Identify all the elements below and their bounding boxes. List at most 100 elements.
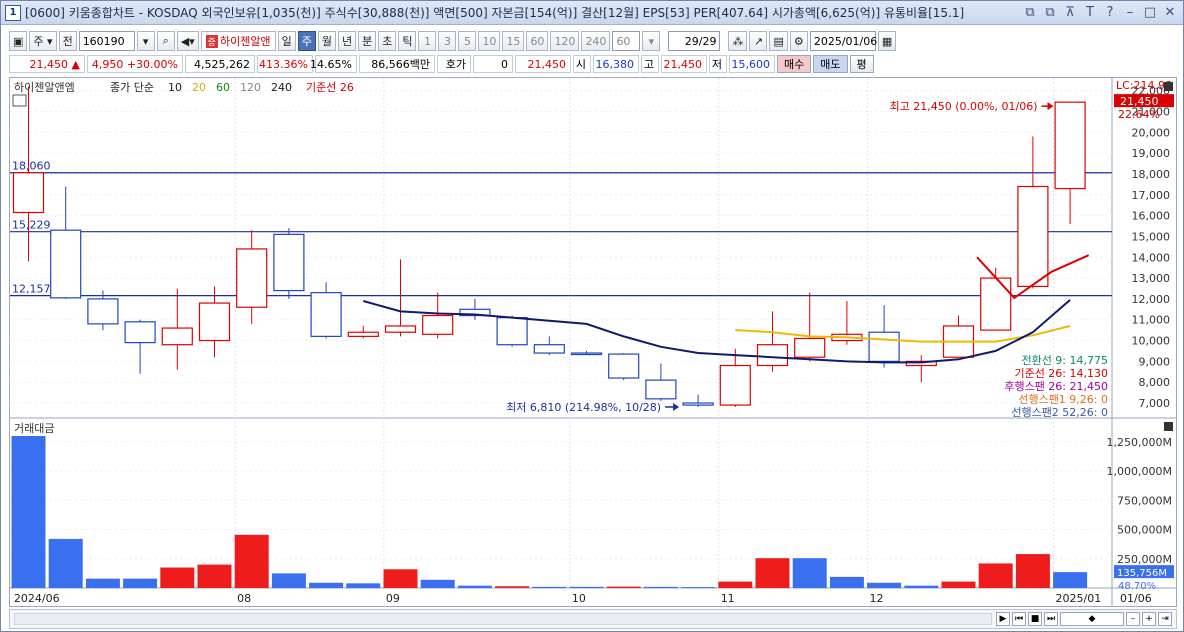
period-month[interactable]: 월 bbox=[317, 31, 336, 51]
tools-icon[interactable]: ⁂ bbox=[728, 31, 748, 51]
low-label: 저 bbox=[709, 55, 727, 73]
candle-body bbox=[868, 331, 900, 362]
scroll-last-button[interactable]: ⏭ bbox=[1044, 612, 1058, 626]
help-icon[interactable]: ? bbox=[1103, 5, 1117, 20]
code-dropdown-icon[interactable]: ▾ bbox=[136, 31, 155, 51]
pin-icon[interactable]: ⊼ bbox=[1063, 5, 1077, 20]
ichimoku-legend-item: 후행스팬 26: 21,450 bbox=[1004, 380, 1108, 393]
speaker-icon[interactable]: ◀▾ bbox=[176, 31, 199, 51]
window-title: [0600] 키움종합차트 - KOSDAQ 외국인보유[1,035(천)] 주… bbox=[25, 6, 965, 20]
grid-toggle-icon bbox=[12, 94, 27, 107]
ma-legend-item: 10 bbox=[168, 81, 182, 94]
interval-5[interactable]: 5 bbox=[458, 31, 477, 51]
scroll-stop-button[interactable]: ■ bbox=[1028, 612, 1042, 626]
quote-bar: 21,450 ▲ 4,950 +30.00% 4,525,262 413.36%… bbox=[1, 54, 1183, 74]
candle-body bbox=[1017, 185, 1049, 288]
panel-close-icon bbox=[1164, 82, 1173, 91]
candle-body bbox=[236, 248, 268, 308]
volume-tag-pct: 48.70% bbox=[1118, 581, 1156, 592]
chart-scrollbar[interactable]: ▶ ⏮ ■ ⏭ ◆ – + ⇥ bbox=[9, 609, 1177, 629]
eval-button[interactable]: 평 bbox=[849, 55, 874, 73]
close-button[interactable]: ✕ bbox=[1163, 5, 1177, 20]
candle-body bbox=[422, 314, 454, 335]
interval-240[interactable]: 240 bbox=[581, 31, 611, 51]
interval-120[interactable]: 120 bbox=[550, 31, 580, 51]
link-icon[interactable]: ⧉ bbox=[1023, 5, 1037, 20]
candle-body bbox=[12, 172, 45, 214]
reference-line-label: 18,060 bbox=[12, 160, 51, 173]
volume-bar bbox=[234, 534, 269, 588]
zoom-in-button[interactable]: + bbox=[1142, 612, 1156, 626]
minimize-button[interactable]: – bbox=[1123, 5, 1137, 20]
low-annotation: 최저 6,810 (214.98%, 10/28) bbox=[506, 401, 661, 414]
candle-body bbox=[50, 229, 82, 299]
x-tick-label: 11 bbox=[721, 592, 735, 605]
candle-body bbox=[756, 344, 789, 367]
x-end-label: 01/06 bbox=[1120, 592, 1152, 605]
ma-legend-item: 20 bbox=[192, 81, 206, 94]
stock-code-input[interactable]: 160190 bbox=[78, 31, 135, 51]
calendar-icon[interactable]: ▦ bbox=[877, 31, 897, 51]
volume-bar bbox=[160, 567, 195, 588]
ichimoku-legend-item: 전환선 9: 14,775 bbox=[1021, 354, 1108, 367]
y-tick-label: 8,000 bbox=[1139, 376, 1171, 389]
all-select[interactable]: 전 bbox=[58, 31, 77, 51]
volume-tick-label: 1,000,000M bbox=[1107, 465, 1172, 478]
candle-body bbox=[794, 337, 826, 358]
chart-area[interactable]: 2024/06 08 09 10 11 12 2025/01 01/06 7,000 8,000 9… bbox=[9, 77, 1177, 607]
scroll-left-button[interactable]: ▶ bbox=[996, 612, 1010, 626]
stock-label: 하이젠알앤엠 bbox=[14, 80, 75, 94]
x-tick-label: 08 bbox=[237, 592, 251, 605]
period-week[interactable]: 주 bbox=[297, 31, 316, 51]
trend-icon[interactable]: ↗ bbox=[749, 31, 768, 51]
x-tick-label: 09 bbox=[386, 592, 400, 605]
period-day[interactable]: 일 bbox=[277, 31, 296, 51]
candle-body bbox=[496, 317, 528, 346]
sell-button[interactable]: 매도 bbox=[813, 55, 848, 73]
candle-body bbox=[682, 402, 714, 406]
search-icon[interactable]: ⌕ bbox=[156, 31, 175, 51]
maximize-button[interactable]: □ bbox=[1143, 5, 1157, 20]
period-year[interactable]: 년 bbox=[337, 31, 357, 51]
interval-dropdown-icon[interactable]: ▾ bbox=[642, 31, 661, 51]
volume-bar bbox=[606, 586, 641, 588]
volume-bar bbox=[383, 569, 418, 588]
interval-3[interactable]: 3 bbox=[438, 31, 457, 51]
high-annotation: 최고 21,450 (0.00%, 01/06) bbox=[890, 100, 1038, 113]
zoom-out-button[interactable]: – bbox=[1126, 612, 1140, 626]
layout-icon[interactable]: ▣ bbox=[9, 31, 28, 51]
gear-icon[interactable]: ⚙ bbox=[789, 31, 808, 51]
interval-15[interactable]: 15 bbox=[502, 31, 525, 51]
interval-1[interactable]: 1 bbox=[418, 31, 437, 51]
volume-bar bbox=[867, 582, 902, 588]
copy-icon[interactable]: ⧉ bbox=[1043, 5, 1057, 20]
buy-button[interactable]: 매수 bbox=[777, 55, 812, 73]
period-tick[interactable]: 틱 bbox=[398, 31, 417, 51]
open-price: 16,380 bbox=[593, 55, 639, 73]
font-icon[interactable]: T bbox=[1083, 5, 1097, 20]
interval-input[interactable]: 60 bbox=[612, 31, 641, 51]
save-icon[interactable]: ▤ bbox=[769, 31, 788, 51]
x-tick-label: 2025/01 bbox=[1056, 592, 1102, 605]
date-input[interactable]: 2025/01/06 bbox=[809, 31, 877, 51]
market-select[interactable]: 주 ▾ bbox=[29, 31, 57, 51]
stock-name[interactable]: 증 하이젠알앤 bbox=[200, 31, 276, 51]
chart-svg[interactable]: 2024/06 08 09 10 11 12 2025/01 01/06 7,000 8,000 9… bbox=[10, 78, 1176, 606]
count-input[interactable]: 29/29 bbox=[668, 31, 721, 51]
period-second[interactable]: 초 bbox=[378, 31, 397, 51]
zoom-slider[interactable]: ◆ bbox=[1060, 612, 1124, 626]
period-minute[interactable]: 분 bbox=[358, 31, 377, 51]
interval-10[interactable]: 10 bbox=[478, 31, 501, 51]
scroll-first-button[interactable]: ⏮ bbox=[1012, 612, 1026, 626]
hoga-price: 21,450 bbox=[515, 55, 571, 73]
candle-body bbox=[570, 352, 603, 356]
low-price: 15,600 bbox=[729, 55, 775, 73]
volume-bar bbox=[829, 576, 864, 588]
axis-top-label: LC:214.98 bbox=[1116, 79, 1172, 92]
ma-legend-item: 60 bbox=[216, 81, 230, 94]
scroll-track[interactable] bbox=[14, 613, 992, 625]
scroll-controls: ▶ ⏮ ■ ⏭ ◆ – + ⇥ bbox=[996, 612, 1172, 626]
candle-body bbox=[87, 298, 119, 325]
interval-60[interactable]: 60 bbox=[526, 31, 549, 51]
fit-button[interactable]: ⇥ bbox=[1158, 612, 1172, 626]
